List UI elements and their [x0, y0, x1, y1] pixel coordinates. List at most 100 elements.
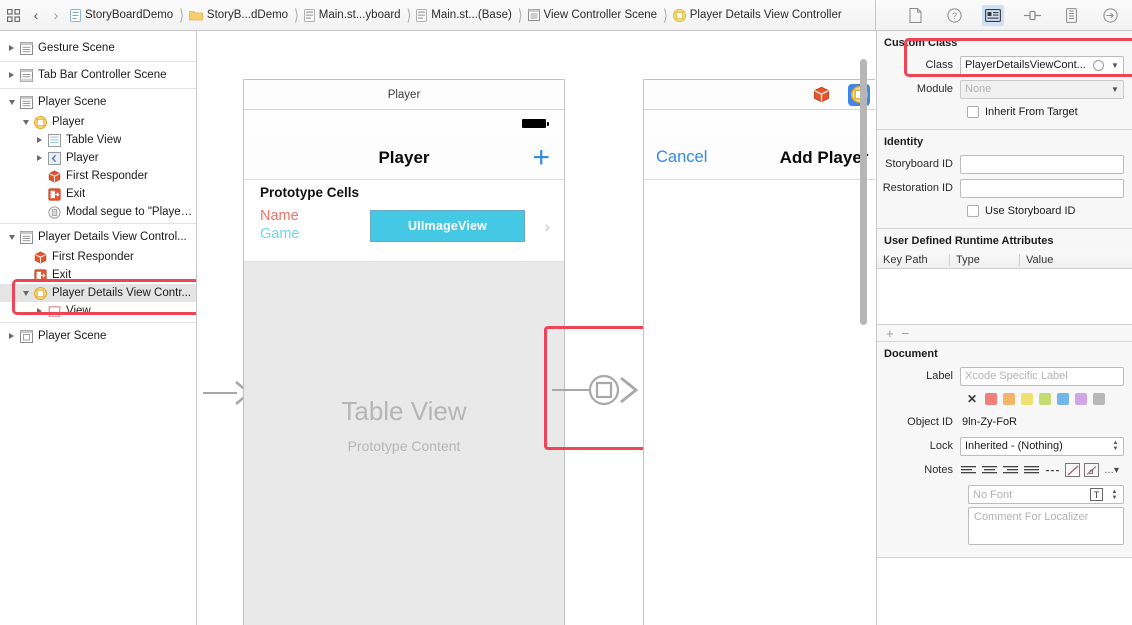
color-swatch-green[interactable]: [1039, 393, 1052, 405]
outline-row-player-vc[interactable]: Player: [0, 113, 196, 131]
restoration-id-input[interactable]: [960, 178, 1124, 198]
canvas-vertical-scrollbar[interactable]: [860, 59, 867, 325]
udra-add-button[interactable]: +: [886, 326, 894, 341]
scene-player[interactable]: Player Player + Prototype Cells Name Gam…: [243, 79, 565, 625]
back-button[interactable]: ‹: [26, 0, 46, 31]
disclosure-triangle[interactable]: [33, 137, 46, 143]
use-storyboard-id-checkbox[interactable]: [967, 205, 979, 217]
document-outline[interactable]: Gesture Scene Tab Bar Controller Scene P…: [0, 31, 197, 625]
outline-row-player-scene-2[interactable]: Player Scene: [0, 325, 196, 347]
navigation-bar: Player +: [244, 136, 564, 180]
outline-row-exit-2[interactable]: Exit: [0, 266, 196, 284]
lock-value[interactable]: Inherited - (Nothing): [960, 436, 1124, 456]
outline-row-label: Player Details View Control...: [38, 231, 187, 243]
outline-row-modal-segue[interactable]: Modal segue to "Player D...: [0, 203, 196, 221]
breadcrumb-item-storyboard[interactable]: Main.st...yboard: [303, 0, 401, 31]
align-right-icon[interactable]: [1002, 463, 1019, 478]
color-swatch-red[interactable]: [985, 393, 998, 405]
label-input[interactable]: Xcode Specific Label: [960, 366, 1124, 386]
outline-row-navigation-item[interactable]: Player: [0, 149, 196, 167]
breadcrumb-separator: ⟩: [406, 5, 412, 25]
nav-title: Player: [378, 147, 430, 167]
udra-table-body[interactable]: [877, 269, 1132, 325]
class-combo[interactable]: PlayerDetailsViewCont... ▼: [960, 55, 1124, 75]
outline-row-player-details-vc[interactable]: Player Details View Contr...: [0, 284, 196, 302]
outline-row-player-scene[interactable]: Player Scene: [0, 91, 196, 113]
cell-label-name[interactable]: Name: [260, 208, 299, 224]
table-view-placeholder-subtitle: Prototype Content: [347, 438, 461, 454]
storyboard-canvas[interactable]: Player Player + Prototype Cells Name Gam…: [197, 31, 875, 625]
outline-row-gesture-scene[interactable]: Gesture Scene: [0, 37, 196, 59]
class-jump-icon[interactable]: [1093, 59, 1104, 71]
table-view-placeholder[interactable]: Table View Prototype Content: [244, 262, 564, 625]
breadcrumb-item-storyboard-base[interactable]: Main.st...(Base): [416, 0, 512, 31]
align-center-icon[interactable]: [981, 463, 998, 478]
disclosure-triangle[interactable]: [5, 234, 18, 240]
font-field[interactable]: No Font T ▲ ▼: [968, 485, 1124, 504]
disclosure-triangle[interactable]: [19, 119, 32, 125]
forward-button[interactable]: ›: [46, 0, 66, 31]
color-swatch-gray[interactable]: [1093, 393, 1106, 405]
more-options-icon[interactable]: …▾: [1103, 463, 1120, 478]
disclosure-triangle[interactable]: [33, 155, 46, 161]
file-inspector-icon[interactable]: [904, 5, 926, 26]
connections-inspector-icon[interactable]: [1099, 5, 1121, 26]
breadcrumb-item-scene[interactable]: View Controller Scene: [527, 0, 657, 31]
color-swatch-orange[interactable]: [1003, 393, 1016, 405]
scene-icon: [527, 9, 540, 21]
clear-color-icon[interactable]: ✕: [967, 392, 977, 406]
object-id-value: 9ln-Zy-FoR: [962, 416, 1018, 428]
dashed-line-icon[interactable]: [1044, 463, 1061, 478]
outline-row-table-view[interactable]: Table View: [0, 131, 196, 149]
lock-combo[interactable]: Inherited - (Nothing) ▲ ▼: [960, 436, 1124, 456]
disclosure-triangle[interactable]: [5, 99, 18, 105]
outline-row-tab-bar-controller-scene[interactable]: Tab Bar Controller Scene: [0, 64, 196, 86]
module-combo[interactable]: None ▼: [960, 79, 1124, 99]
outline-row-view[interactable]: View: [0, 302, 196, 320]
outline-row-exit[interactable]: Exit: [0, 185, 196, 203]
identity-inspector-panel[interactable]: Custom Class Class PlayerDetailsViewCont…: [876, 31, 1132, 625]
use-storyboard-id-row[interactable]: Use Storyboard ID: [877, 200, 1132, 222]
chevron-down-icon[interactable]: ▼: [1108, 57, 1122, 74]
ui-image-view[interactable]: UIImageView: [370, 210, 525, 242]
outline-row-first-responder-2[interactable]: First Responder: [0, 248, 196, 266]
text-color-icon[interactable]: [1065, 463, 1080, 477]
outline-row-label: Modal segue to "Player D...: [66, 206, 196, 218]
related-items-icon[interactable]: [0, 0, 26, 31]
outline-row-first-responder[interactable]: First Responder: [0, 167, 196, 185]
module-input[interactable]: None: [960, 79, 1124, 99]
breadcrumb-item-project[interactable]: StoryBoardDemo: [70, 0, 173, 31]
breadcrumb-item-view-controller[interactable]: Player Details View Controller: [672, 0, 842, 31]
comment-for-localizer-field[interactable]: Comment For Localizer: [968, 507, 1124, 545]
prototype-cell[interactable]: Name Game UIImageView ›: [244, 205, 564, 262]
color-swatch-yellow[interactable]: [1021, 393, 1034, 405]
disclosure-triangle[interactable]: [5, 333, 18, 339]
size-inspector-icon[interactable]: [1060, 5, 1082, 26]
storyboard-id-input[interactable]: [960, 154, 1124, 174]
outline-row-player-details-scene[interactable]: Player Details View Control...: [0, 226, 196, 248]
disclosure-triangle[interactable]: [5, 72, 18, 78]
scene-player-details[interactable]: Cancel Add Player: [643, 79, 875, 625]
lock-stepper-icon[interactable]: ▲ ▼: [1109, 438, 1122, 455]
attributes-inspector-icon[interactable]: [1021, 5, 1043, 26]
add-button[interactable]: +: [532, 142, 550, 173]
disclosure-triangle[interactable]: [5, 45, 18, 51]
inherit-from-target-checkbox[interactable]: [967, 106, 979, 118]
inherit-from-target-row[interactable]: Inherit From Target: [877, 101, 1132, 123]
breadcrumb-item-folder[interactable]: StoryB...dDemo: [189, 0, 288, 31]
disclosure-triangle[interactable]: [19, 290, 32, 296]
color-swatch-blue[interactable]: [1057, 393, 1070, 405]
quick-help-inspector-icon[interactable]: ?: [943, 5, 965, 26]
cell-label-game[interactable]: Game: [260, 226, 300, 242]
first-responder-icon[interactable]: [810, 84, 832, 106]
identity-inspector-icon[interactable]: [982, 4, 1004, 26]
strikethrough-text-icon[interactable]: a: [1084, 463, 1099, 477]
disclosure-triangle[interactable]: [33, 308, 46, 314]
font-stepper-icon[interactable]: ▲ ▼: [1108, 486, 1121, 503]
chevron-down-icon[interactable]: ▼: [1108, 81, 1122, 98]
udra-remove-button[interactable]: −: [902, 326, 910, 341]
color-swatch-purple[interactable]: [1075, 393, 1088, 405]
align-left-icon[interactable]: [960, 463, 977, 478]
align-justify-icon[interactable]: [1023, 463, 1040, 478]
font-panel-icon[interactable]: T: [1090, 488, 1103, 501]
